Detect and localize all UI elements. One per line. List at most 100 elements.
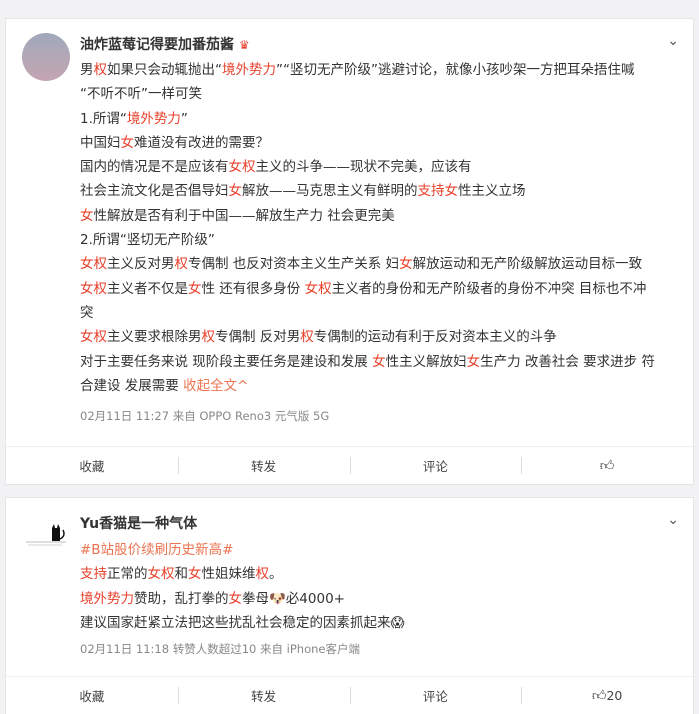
text-segment: 专偶制的运动有利于反对资本主义的斗争 — [313, 329, 557, 346]
text-segment: 性 还有很多身份 — [201, 280, 305, 297]
repost-label: 转发 — [251, 459, 277, 474]
feed-card-2: Yu香猫是一种气体 ⌄ #B站股价续刷历史新高# 支持正常的女权和女性姐妹维权。境… — [5, 497, 694, 714]
comment-button[interactable]: 评论 — [349, 447, 522, 484]
post-line: #B站股价续刷历史新高# — [80, 538, 681, 562]
highlight-text: 女 — [188, 566, 202, 583]
text-segment: 专偶制 反对男 — [215, 329, 301, 346]
highlight-text: 境外势力 — [222, 62, 276, 78]
post-line: 突 — [80, 301, 681, 325]
highlight-text: 女 — [372, 353, 386, 370]
text-segment: 和 — [174, 566, 189, 583]
highlight-text: 支持 — [80, 566, 107, 583]
text-segment: 生产力 改善社会 要求进步 符 — [480, 353, 655, 370]
post-line: 中国妇女难道没有改进的需要？ — [80, 131, 681, 155]
text-segment: 突 — [80, 304, 94, 321]
text-segment: 性主义解放妇 — [385, 353, 467, 370]
username[interactable]: Yu香猫是一种气体 — [80, 513, 197, 533]
text-segment: 合建设 发展需要 — [80, 377, 184, 394]
comment-label: 评论 — [422, 689, 448, 704]
text-segment: 主义者的身份和无产阶级者的身份不冲突 目标也不冲 — [331, 280, 647, 297]
post-line: “不听不听”一样可笑 — [80, 82, 681, 106]
collect-button[interactable]: 收藏 — [6, 447, 178, 484]
highlight-text: 境外势力 — [126, 110, 181, 127]
username-text[interactable]: Yu香猫是一种气体 — [80, 516, 197, 532]
avatar[interactable] — [22, 33, 70, 81]
post-line: 社会主流文化是否倡导妇女解放——马克思主义有鲜明的支持女性主义立场 — [80, 179, 681, 203]
text-segment: 难道没有改进的需要？ — [134, 134, 269, 151]
text-segment: 主义者不仅是 — [107, 280, 188, 297]
chevron-down-icon[interactable]: ⌄ — [667, 33, 679, 49]
highlight-text: 境外势力 — [80, 590, 134, 607]
highlight-text: 女 — [80, 207, 94, 224]
text-segment: 性解放是否有利于中国——解放生产力 社会更完美 — [93, 207, 395, 224]
repost-button[interactable]: 转发 — [177, 677, 350, 714]
like-button[interactable]: 👍︎ — [521, 447, 693, 484]
hashtag-link[interactable]: #B站股价续刷历史新高# — [80, 542, 233, 558]
username-text[interactable]: 油炸蓝莓记得要加番茄酱 — [80, 37, 234, 53]
post-line: 女性解放是否有利于中国——解放生产力 社会更完美 — [80, 204, 681, 228]
text-segment: 拳母🐶必4000+ — [242, 590, 345, 607]
highlight-text: 女 — [120, 134, 135, 151]
post-line: 女权主义要求根除男权专偶制 反对男权专偶制的运动有利于反对资本主义的斗争 — [80, 325, 681, 349]
highlight-text: 女 — [466, 353, 481, 370]
highlight-text: 女 — [188, 280, 202, 297]
text-segment: 解放运动和无产阶级解放运动目标一致 — [412, 256, 643, 273]
text-segment: 2.所谓“竖切无产阶级” — [80, 232, 215, 249]
post-line: 国内的情况是不是应该有女权主义的斗争——现状不完美，应该有 — [80, 155, 681, 179]
highlight-text: 权 — [201, 329, 216, 346]
comment-button[interactable]: 评论 — [349, 677, 522, 714]
text-segment: 正常的 — [107, 566, 148, 583]
text-segment: 国内的情况是不是应该有 — [80, 159, 229, 176]
text-segment: 男 — [80, 62, 94, 78]
post-line: 男权如果只会动辄抛出“境外势力”“竖切无产阶级”逃避讨论，就像小孩吵架一方把耳朵… — [80, 58, 681, 82]
post-text: 男权如果只会动辄抛出“境外势力”“竖切无产阶级”逃避讨论，就像小孩吵架一方把耳朵… — [80, 58, 681, 398]
highlight-text: 女 — [399, 256, 413, 273]
post-line: 女权主义反对男权专偶制 也反对资本主义生产关系 妇女解放运动和无产阶级解放运动目… — [80, 252, 681, 276]
highlight-text: 女权 — [304, 280, 332, 297]
highlight-text: 女权 — [147, 566, 175, 583]
text-segment: 。 — [269, 566, 283, 583]
text-segment: 对于主要任务来说 现阶段主要任务是建设和发展 — [80, 353, 373, 370]
avatar[interactable] — [22, 512, 70, 560]
post-line: 境外势力赞助，乱打拳的女拳母🐶必4000+ — [80, 587, 681, 611]
thumbs-up-icon: 👍︎ — [591, 688, 607, 704]
highlight-text: 女 — [228, 590, 243, 607]
highlight-text: 支持女 — [417, 183, 459, 200]
highlight-text: 权 — [255, 566, 270, 583]
text-segment: 如果只会动辄抛出“ — [107, 62, 222, 78]
collapse-link[interactable]: 收起全文^ — [183, 378, 248, 394]
cat-silhouette-icon — [22, 512, 70, 560]
post-line: 建议国家赶紧立法把这些扰乱社会稳定的因素抓起来😱 — [80, 611, 681, 635]
highlight-text: 女权 — [228, 159, 256, 176]
username[interactable]: 油炸蓝莓记得要加番茄酱 ♛ — [80, 34, 250, 54]
text-segment: 主义的斗争——现状不完美，应该有 — [255, 159, 472, 176]
highlight-text: 权 — [174, 256, 189, 273]
like-button[interactable]: 👍︎ 20 — [521, 677, 693, 714]
highlight-text: 女权 — [80, 280, 107, 297]
highlight-text: 女 — [228, 183, 243, 200]
post-line: 合建设 发展需要 收起全文^ — [80, 374, 681, 398]
post-line: 2.所谓“竖切无产阶级” — [80, 228, 681, 252]
text-segment: 主义要求根除男 — [107, 329, 202, 346]
post-text: #B站股价续刷历史新高# 支持正常的女权和女性姐妹维权。 境外势力赞助，乱打拳的女拳… — [80, 538, 681, 635]
like-count: 20 — [606, 688, 623, 703]
collect-button[interactable]: 收藏 — [6, 677, 178, 714]
comment-label: 评论 — [422, 459, 448, 474]
thumbs-up-icon: 👍︎ — [599, 458, 615, 474]
text-segment: 社会主流文化是否倡导妇 — [80, 183, 229, 200]
repost-button[interactable]: 转发 — [177, 447, 350, 484]
action-bar: 收藏 转发 评论 👍︎ — [6, 446, 693, 484]
text-segment: “不听不听”一样可笑 — [80, 86, 202, 103]
post-line: 1.所谓“境外势力” — [80, 107, 681, 131]
text-segment: 主义反对男 — [107, 256, 175, 273]
chevron-down-icon[interactable]: ⌄ — [667, 512, 679, 528]
text-segment: 中国妇 — [80, 134, 121, 151]
collect-label: 收藏 — [79, 459, 105, 474]
text-segment: 赞助，乱打拳的 — [134, 590, 229, 607]
post-line: 支持正常的女权和女性姐妹维权。 — [80, 562, 681, 586]
highlight-text: 权 — [93, 62, 108, 78]
post-line: 对于主要任务来说 现阶段主要任务是建设和发展 女性主义解放妇女生产力 改善社会 … — [80, 350, 681, 374]
feed-card-1: 油炸蓝莓记得要加番茄酱 ♛ ⌄ 男权如果只会动辄抛出“境外势力”“竖切无产阶级”… — [5, 18, 694, 485]
text-segment: 专偶制 也反对资本主义生产关系 妇 — [188, 256, 400, 273]
text-segment: 解放——马克思主义有鲜明的 — [242, 183, 418, 200]
